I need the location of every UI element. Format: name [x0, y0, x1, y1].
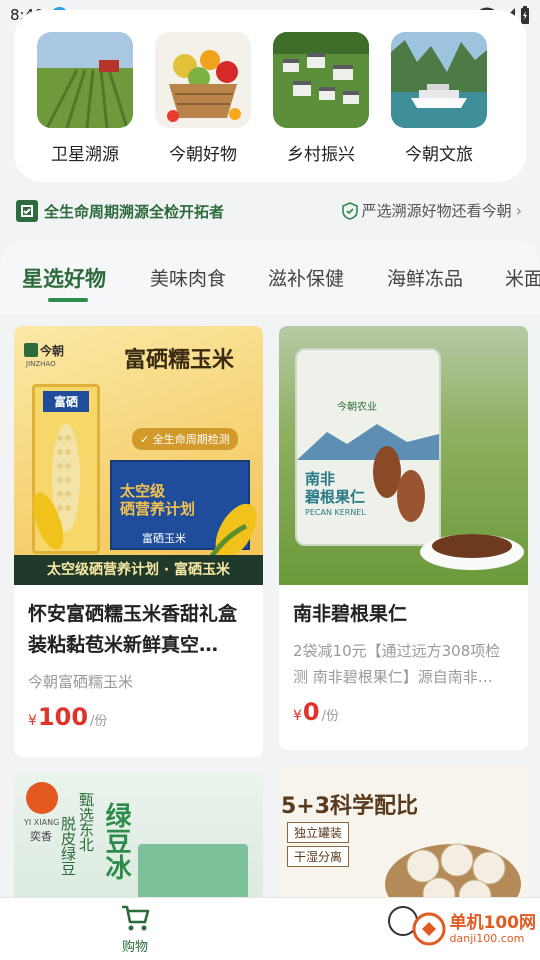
cart-icon [122, 905, 150, 931]
pecan-bowl [420, 534, 524, 570]
slogan-left-text: 全生命周期溯源全检开拓者 [44, 202, 225, 221]
product-image-nuts: 5+3科学配比 独立罐装 干湿分离 [279, 766, 528, 912]
product-image-mungbean: YI XIANG 奕香 甄选东北 脱皮绿豆 绿豆冰 [14, 772, 263, 912]
product-price: ¥ 100 /份 [14, 703, 263, 731]
slogan-right-text: 严选溯源好物还看今朝 [361, 202, 512, 220]
image-tag1: 独立罐装 [287, 822, 350, 843]
brand-sub-text: JINZHAO [26, 360, 56, 368]
price-value: 100 [37, 703, 89, 731]
price-unit: /份 [90, 714, 108, 729]
pack-en: PECAN KERNEL [305, 508, 366, 517]
shield-check-icon [341, 201, 358, 220]
tab-label: 购物 [121, 940, 148, 955]
price-currency: ¥ [293, 708, 302, 724]
pecan-icon [373, 446, 425, 522]
feature-good-items[interactable]: 今朝好物 [155, 32, 251, 165]
image-banner: 太空级硒营养计划 · 富硒玉米 [14, 555, 263, 585]
slogan-right-link[interactable]: 严选溯源好物还看今朝 › [341, 200, 522, 221]
slogan-left: 全生命周期溯源全检开拓者 [16, 200, 224, 222]
product-card[interactable]: 5+3科学配比 独立罐装 干湿分离 [279, 766, 528, 912]
watermark: 单机100网 danji100.com [412, 912, 537, 946]
tab-featured-goods[interactable]: 星选好物 [22, 263, 106, 293]
active-tab-indicator [48, 298, 88, 302]
box-line2: 硒营养计划 [120, 500, 196, 518]
feature-label: 乡村振兴 [287, 145, 355, 165]
bag-label: 富硒 [43, 391, 89, 412]
fruit-basket-image [155, 32, 251, 128]
badge-text: 全生命周期检测 [152, 433, 230, 446]
pecan-pack: 今朝农业 南非 碧根果仁 PECAN KERNEL [295, 348, 441, 546]
image-line1: 甄选东北 [77, 792, 95, 852]
product-image-pecan: 今朝农业 南非 碧根果仁 PECAN KERNEL [279, 326, 528, 585]
price-unit: /份 [321, 709, 340, 724]
feature-label: 卫星溯源 [51, 145, 119, 165]
slogan-row: 全生命周期溯源全检开拓者 严选溯源好物还看今朝 › [0, 190, 540, 232]
brand-text: 今朝 [40, 343, 65, 358]
tab-health[interactable]: 滋补保健 [268, 264, 344, 291]
brand-en: YI XIANG [24, 818, 60, 827]
feature-satellite-trace[interactable]: 卫星溯源 [37, 32, 133, 165]
corn-icon [32, 492, 64, 550]
image-big: 绿豆冰 [101, 802, 131, 880]
chevron-right-icon: › [515, 201, 522, 220]
product-price: ¥ 0 /份 [279, 698, 528, 726]
tab-seafood[interactable]: 海鲜冻品 [387, 264, 463, 291]
product-card[interactable]: 今朝 JINZHAO 富硒糯玉米 富硒 ✓ 全生命周期检测 太空级 硒营养计划 … [14, 326, 263, 757]
feature-card: 卫星溯源 今朝好物 乡村振兴 今朝文旅 [14, 10, 526, 182]
detection-badge: ✓ 全生命周期检测 [132, 428, 238, 450]
satellite-farm-image [37, 32, 133, 128]
pack-brand: 今朝农业 [337, 402, 377, 413]
village-image [273, 32, 369, 128]
feature-culture-tourism[interactable]: 今朝文旅 [391, 32, 487, 165]
box-foot: 富硒玉米 [142, 532, 186, 545]
brand-text: 奕香 [30, 830, 52, 843]
feature-label: 今朝好物 [169, 145, 237, 165]
tab-meat[interactable]: 美味肉食 [150, 264, 226, 291]
tab-shop[interactable]: 购物 [105, 904, 165, 955]
brand-badge-icon [16, 200, 38, 222]
feature-label: 今朝文旅 [405, 145, 473, 165]
watermark-line1: 单机100网 [449, 912, 537, 933]
product-desc: 2袋减10元【通过远方308项检测 南非碧根果仁】源自南非… [293, 642, 501, 686]
image-line2: 脱皮绿豆 [59, 816, 77, 876]
product-image-corn: 今朝 JINZHAO 富硒糯玉米 富硒 ✓ 全生命周期检测 太空级 硒营养计划 … [14, 326, 263, 585]
image-headline: 富硒糯玉米 [124, 347, 235, 373]
river-boat-image [391, 32, 487, 128]
watermark-logo-icon [412, 912, 445, 946]
brand-logo-icon [24, 343, 38, 357]
image-tag2: 干湿分离 [287, 846, 350, 867]
battery-icon [521, 6, 529, 24]
price-currency: ¥ [28, 713, 37, 729]
watermark-line2: danji100.com [449, 931, 525, 945]
brand-seal [26, 782, 58, 814]
image-headline: 5+3科学配比 [281, 794, 419, 819]
product-card[interactable]: 今朝农业 南非 碧根果仁 PECAN KERNEL 南非碧根果仁 2袋减10元【… [279, 326, 528, 750]
feature-rural-revitalization[interactable]: 乡村振兴 [273, 32, 369, 165]
tab-rice-noodle[interactable]: 米面 [505, 264, 540, 291]
product-title: 南非碧根果仁 [293, 603, 408, 625]
product-card[interactable]: YI XIANG 奕香 甄选东北 脱皮绿豆 绿豆冰 [14, 772, 263, 912]
product-desc: 今朝富硒糯玉米 [28, 673, 134, 691]
category-tabs: 星选好物 美味肉食 滋补保健 海鲜冻品 米面 [0, 240, 540, 315]
price-value: 0 [302, 698, 320, 726]
product-title: 怀安富硒糯玉米香甜礼盒装粘黏苞米新鲜真空… [28, 603, 238, 656]
pack-line2: 碧根果仁 [305, 488, 366, 506]
